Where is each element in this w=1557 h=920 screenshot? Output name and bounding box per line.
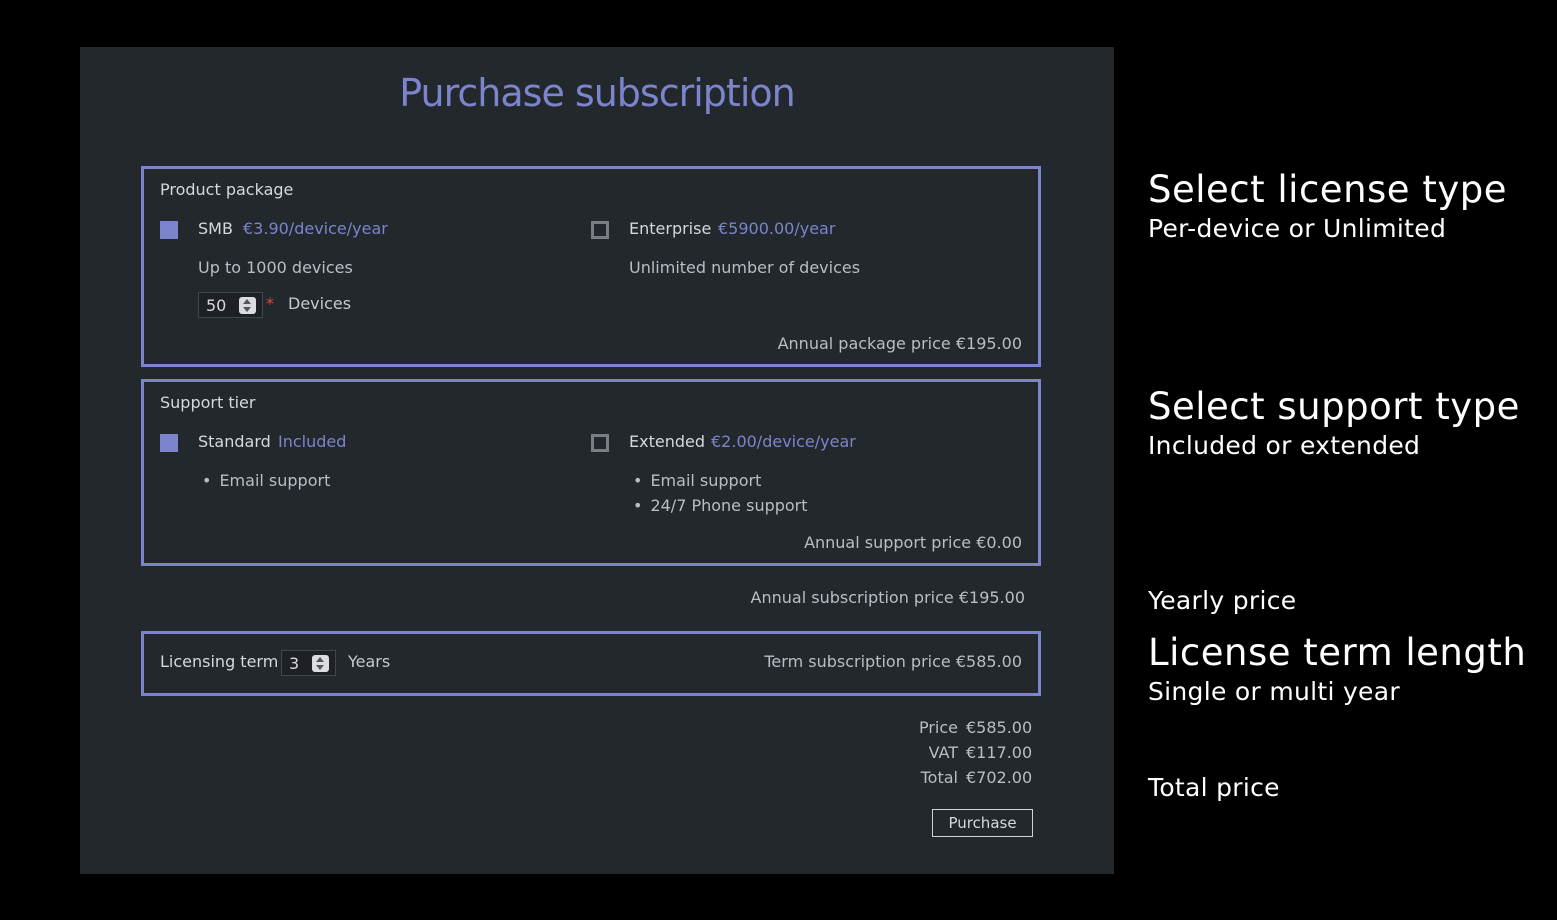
term-stepper[interactable]: 3	[281, 650, 336, 676]
vat-label: VAT	[928, 743, 958, 762]
annual-package-price: Annual package price €195.00	[777, 334, 1022, 353]
total-row: Total €702.00	[920, 768, 1033, 787]
chevron-up-icon[interactable]	[243, 299, 251, 304]
spin-buttons[interactable]	[239, 297, 256, 314]
section-label: Support tier	[160, 393, 256, 412]
annotation-license-sub: Per-device or Unlimited	[1148, 214, 1447, 243]
devices-label: Devices	[288, 294, 352, 313]
standard-checkbox[interactable]	[160, 434, 178, 452]
devices-stepper[interactable]: 50	[198, 292, 263, 318]
annotation-yearly: Yearly price	[1148, 586, 1297, 615]
term-value: 3	[289, 654, 300, 673]
support-tier-section: Support tier Standard Included Email sup…	[141, 379, 1041, 566]
purchase-panel: Purchase subscription Product package SM…	[80, 47, 1114, 874]
required-mark: *	[266, 294, 274, 313]
vat-row: VAT €117.00	[928, 743, 1033, 762]
chevron-down-icon[interactable]	[316, 665, 324, 670]
annotation-total: Total price	[1148, 773, 1280, 802]
annual-subscription-price: Annual subscription price €195.00	[750, 588, 1025, 607]
option-price: Included	[278, 432, 347, 451]
feature-item: Email support	[633, 471, 761, 490]
price-value: €585.00	[966, 718, 1033, 737]
spin-buttons[interactable]	[312, 655, 329, 672]
annotation-term-sub: Single or multi year	[1148, 677, 1400, 706]
option-price: €5900.00/year	[718, 219, 836, 238]
devices-value: 50	[206, 296, 227, 315]
extended-checkbox[interactable]	[591, 434, 609, 452]
total-value: €702.00	[966, 768, 1033, 787]
option-description: Up to 1000 devices	[198, 258, 353, 277]
option-price: €2.00/device/year	[711, 432, 856, 451]
annotation-support-title: Select support type	[1148, 385, 1520, 428]
term-subscription-price: Term subscription price €585.00	[764, 652, 1022, 671]
annotation-term-title: License term length	[1148, 631, 1527, 674]
annotation-license-title: Select license type	[1148, 168, 1507, 211]
option-name: Standard	[198, 432, 271, 451]
option-name: Extended	[629, 432, 705, 451]
annotation-support-sub: Included or extended	[1148, 431, 1421, 460]
annual-support-price: Annual support price €0.00	[804, 533, 1022, 552]
vat-value: €117.00	[966, 743, 1033, 762]
feature-item: 24/7 Phone support	[633, 496, 807, 515]
section-label: Product package	[160, 180, 294, 199]
page-title: Purchase subscription	[399, 71, 795, 115]
product-package-section: Product package SMB €3.90/device/year Up…	[141, 166, 1041, 367]
purchase-button[interactable]: Purchase	[932, 809, 1033, 837]
chevron-up-icon[interactable]	[316, 657, 324, 662]
smb-checkbox[interactable]	[160, 221, 178, 239]
total-label: Total	[920, 768, 958, 787]
feature-item: Email support	[202, 471, 330, 490]
enterprise-checkbox[interactable]	[591, 221, 609, 239]
price-row: Price €585.00	[918, 718, 1033, 737]
option-price: €3.90/device/year	[243, 219, 388, 238]
section-label: Licensing term	[160, 652, 279, 671]
chevron-down-icon[interactable]	[243, 307, 251, 312]
term-unit: Years	[348, 652, 391, 671]
option-description: Unlimited number of devices	[629, 258, 861, 277]
licensing-term-section: Licensing term 3 Years Term subscription…	[141, 631, 1041, 696]
price-label: Price	[918, 718, 958, 737]
option-name: SMB	[198, 219, 233, 238]
option-name: Enterprise	[629, 219, 712, 238]
